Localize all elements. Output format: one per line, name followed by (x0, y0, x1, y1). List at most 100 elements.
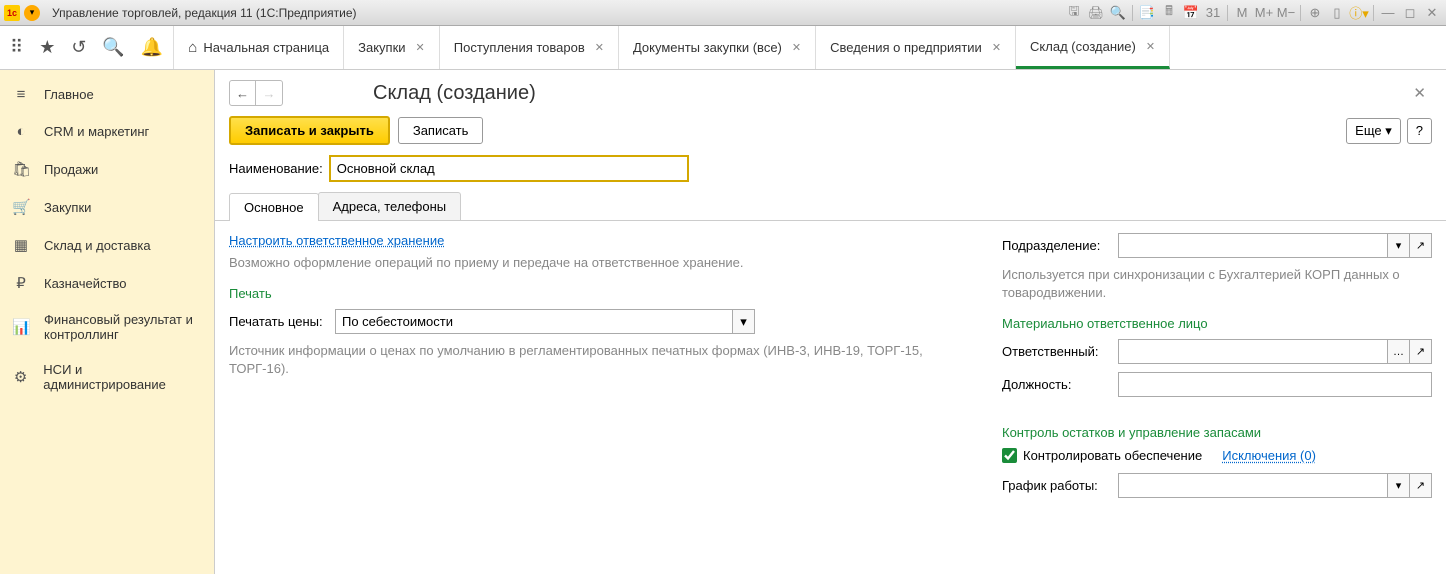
calculator-icon[interactable]: 🖩 (1159, 4, 1179, 22)
notifications-icon[interactable]: 🔔 (141, 37, 163, 58)
page-title: Склад (создание) (373, 82, 536, 105)
date-icon[interactable]: 31 (1203, 4, 1223, 22)
price-source-hint: Источник информации о ценах по умолчанию… (229, 342, 982, 378)
menu-icon: ≡ (12, 86, 30, 103)
position-input[interactable] (1118, 372, 1432, 397)
apps-icon[interactable]: ⠿ (10, 37, 23, 58)
responsible-label: Ответственный: (1002, 344, 1112, 359)
m-icon[interactable]: M (1232, 4, 1252, 22)
configure-storage-hint: Возможно оформление операций по приему и… (229, 254, 982, 272)
tab-close-icon[interactable]: ✕ (792, 41, 801, 54)
compare-icon[interactable]: 📑 (1137, 4, 1157, 22)
sidebar-item-warehouse[interactable]: ▦ Склад и доставка (0, 226, 214, 264)
sidebar-item-finresult[interactable]: 📊Финансовый результат и контроллинг (0, 302, 214, 352)
ruble-icon: ₽ (12, 274, 30, 292)
save-and-close-button[interactable]: Записать и закрыть (229, 116, 390, 145)
tab-close-icon[interactable]: ✕ (595, 41, 604, 54)
form-tab-addresses[interactable]: Адреса, телефоны (318, 192, 462, 220)
close-form-icon[interactable]: ✕ (1413, 84, 1426, 102)
app-menu-dropdown[interactable]: ▾ (24, 5, 40, 21)
sidebar-item-sales[interactable]: 🛍Продажи (0, 150, 214, 188)
division-dropdown-button[interactable]: ▾ (1388, 233, 1410, 258)
calendar-icon[interactable]: 📅 (1181, 4, 1201, 22)
tab-home[interactable]: ⌂ Начальная страница (174, 26, 344, 69)
tab-warehouse-create[interactable]: Склад (создание) ✕ (1016, 26, 1170, 69)
sidebar-label: CRM и маркетинг (44, 124, 149, 139)
form-tab-main[interactable]: Основное (229, 193, 319, 221)
tab-close-icon[interactable]: ✕ (992, 41, 1001, 54)
responsible-select-button[interactable]: … (1388, 339, 1410, 364)
print-prices-input[interactable] (335, 309, 733, 334)
control-section-title: Контроль остатков и управление запасами (1002, 425, 1432, 440)
more-label: Еще (1355, 123, 1381, 138)
tab-company-info[interactable]: Сведения о предприятии ✕ (816, 26, 1016, 69)
schedule-open-button[interactable]: ↗ (1410, 473, 1432, 498)
responsible-open-button[interactable]: ↗ (1410, 339, 1432, 364)
configure-storage-link[interactable]: Настроить ответственное хранение (229, 233, 982, 248)
sidebar-item-treasury[interactable]: ₽ Казначейство (0, 264, 214, 302)
name-input[interactable] (329, 155, 689, 182)
favorite-icon[interactable]: ★ (39, 37, 55, 58)
print-prices-dropdown-button[interactable]: ▾ (733, 309, 755, 334)
sidebar-item-purchases[interactable]: 🛒Закупки (0, 188, 214, 226)
minimize-icon[interactable]: — (1378, 4, 1398, 22)
sidebar-label: Главное (44, 87, 94, 102)
exceptions-link[interactable]: Исключения (0) (1222, 448, 1316, 463)
tab-label: Закупки (358, 40, 405, 55)
schedule-input[interactable] (1118, 473, 1388, 498)
nav-back-button[interactable]: ← (230, 81, 256, 105)
division-label: Подразделение: (1002, 238, 1112, 253)
sidebar-label: Закупки (44, 200, 91, 215)
responsible-input[interactable] (1118, 339, 1388, 364)
tab-close-icon[interactable]: ✕ (1146, 40, 1155, 53)
sidebar-item-crm[interactable]: ◐ CRM и маркетинг (0, 113, 214, 150)
history-icon[interactable]: ↺ (71, 37, 86, 58)
mol-section-title: Материально ответственное лицо (1002, 316, 1432, 331)
tab-label: Склад (создание) (1030, 39, 1136, 54)
pie-icon: ◐ (12, 123, 30, 140)
maximize-icon[interactable]: ◻ (1400, 4, 1420, 22)
name-label: Наименование: (229, 161, 323, 176)
gear-icon: ⚙ (12, 368, 29, 386)
zoom-icon[interactable]: ⊕ (1305, 4, 1325, 22)
close-window-icon[interactable]: ✕ (1422, 4, 1442, 22)
m-plus-icon[interactable]: M+ (1254, 4, 1274, 22)
search-icon[interactable]: 🔍 (102, 37, 124, 58)
position-label: Должность: (1002, 377, 1112, 392)
sidebar-label: Финансовый результат и контроллинг (44, 312, 202, 342)
print-prices-label: Печатать цены: (229, 314, 329, 329)
sidebar-item-main[interactable]: ≡ Главное (0, 76, 214, 113)
help-button[interactable]: ? (1407, 118, 1432, 144)
boxes-icon: ▦ (12, 236, 30, 254)
sidebar-label: Склад и доставка (44, 238, 151, 253)
tab-label: Документы закупки (все) (633, 40, 782, 55)
division-open-button[interactable]: ↗ (1410, 233, 1432, 258)
print-icon[interactable]: 🖨 (1086, 4, 1106, 22)
bag-icon: 🛍 (12, 160, 30, 178)
save-button[interactable]: Записать (398, 117, 484, 144)
chevron-down-icon: ▾ (1385, 123, 1392, 138)
tab-label: Поступления товаров (454, 40, 585, 55)
sidebar-item-nsi[interactable]: ⚙ НСИ и администрирование (0, 352, 214, 402)
m-minus-icon[interactable]: M− (1276, 4, 1296, 22)
tab-label: Сведения о предприятии (830, 40, 982, 55)
tab-purchases[interactable]: Закупки ✕ (344, 26, 440, 69)
panels-icon[interactable]: ▯ (1327, 4, 1347, 22)
more-button[interactable]: Еще ▾ (1346, 118, 1401, 144)
tab-purchase-docs[interactable]: Документы закупки (все) ✕ (619, 26, 816, 69)
tab-goods-receipts[interactable]: Поступления товаров ✕ (440, 26, 619, 69)
sidebar-label: Казначейство (44, 276, 126, 291)
control-supply-checkbox[interactable] (1002, 448, 1017, 463)
nav-forward-button[interactable]: → (256, 81, 282, 105)
tab-label: Начальная страница (203, 40, 329, 55)
schedule-label: График работы: (1002, 478, 1112, 493)
home-icon: ⌂ (188, 39, 197, 56)
schedule-dropdown-button[interactable]: ▾ (1388, 473, 1410, 498)
tab-close-icon[interactable]: ✕ (416, 41, 425, 54)
sidebar-label: НСИ и администрирование (43, 362, 202, 392)
info-icon[interactable]: ⓘ▾ (1349, 4, 1369, 22)
preview-icon[interactable]: 🔍 (1108, 4, 1128, 22)
save-icon[interactable]: 🖫 (1064, 4, 1084, 22)
print-section-title: Печать (229, 286, 982, 301)
division-input[interactable] (1118, 233, 1388, 258)
